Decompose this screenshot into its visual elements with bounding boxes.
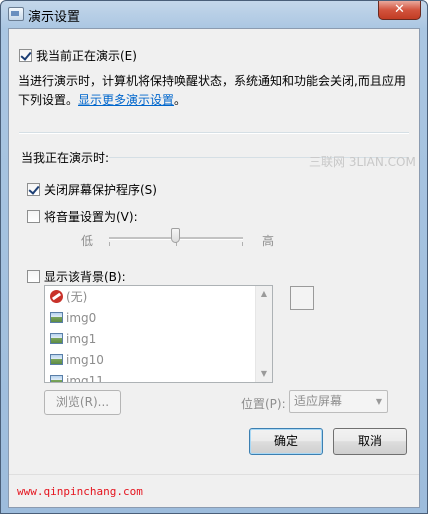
slider-tick — [109, 242, 110, 246]
list-item-label: img1 — [66, 331, 97, 346]
no-entry-icon — [50, 290, 63, 303]
presenting-checkbox[interactable] — [19, 49, 32, 62]
list-item[interactable]: img0 — [45, 307, 257, 328]
scroll-down-arrow-icon[interactable]: ▼ — [256, 366, 272, 382]
image-icon — [50, 312, 63, 323]
footer-divider — [9, 474, 419, 475]
screensaver-checkbox[interactable] — [27, 183, 40, 196]
volume-label: 将音量设置为(V): — [44, 210, 138, 224]
image-icon — [50, 354, 63, 365]
browse-button[interactable]: 浏览(R)... — [44, 390, 121, 415]
window-title: 演示设置 — [28, 10, 81, 25]
background-list: (无) img0 img1 img10 img11 — [45, 286, 257, 383]
volume-checkbox[interactable] — [27, 210, 40, 223]
image-icon — [50, 375, 63, 382]
position-select-value: 适应屏幕 — [294, 394, 343, 408]
dropdown-arrow-icon: ▼ — [375, 397, 382, 406]
list-item-label: img10 — [66, 352, 104, 367]
description-period: 。 — [174, 93, 187, 107]
close-button[interactable]: ✕ — [378, 1, 421, 20]
section-divider — [19, 132, 409, 134]
volume-option[interactable]: 将音量设置为(V): — [27, 208, 138, 225]
screensaver-label: 关闭屏幕保护程序(S) — [44, 183, 157, 197]
background-checkbox[interactable] — [27, 270, 40, 283]
volume-high-label: 高 — [262, 234, 275, 248]
listbox-scrollbar[interactable]: ▲ ▼ — [255, 286, 272, 382]
list-item[interactable]: img10 — [45, 349, 257, 370]
position-label: 位置(P): — [241, 397, 286, 411]
list-item-label: img11 — [66, 373, 104, 383]
description-text: 当进行演示时，计算机将保持唤醒状态，系统通知和功能会关闭,而且应用下列设置。 — [18, 74, 406, 107]
dialog-body: 我当前正在演示(E) 当进行演示时，计算机将保持唤醒状态，系统通知和功能会关闭,… — [8, 28, 420, 508]
volume-low-label: 低 — [81, 234, 94, 248]
list-item-label: (无) — [66, 290, 88, 304]
group-label: 当我正在演示时: — [21, 151, 110, 165]
background-option[interactable]: 显示该背景(B): — [27, 268, 126, 285]
watermark: 三联网 3LIAN.COM — [309, 155, 416, 169]
list-item[interactable]: (无) — [45, 286, 257, 307]
background-listbox[interactable]: (无) img0 img1 img10 img11 ▲ ▼ — [44, 285, 273, 383]
slider-tick — [242, 242, 243, 246]
more-settings-link[interactable]: 显示更多演示设置 — [78, 93, 174, 107]
position-select[interactable]: 适应屏幕 ▼ — [289, 390, 388, 413]
presenting-description: 当进行演示时，计算机将保持唤醒状态，系统通知和功能会关闭,而且应用下列设置。显示… — [18, 72, 408, 110]
list-item[interactable]: img1 — [45, 328, 257, 349]
background-preview — [290, 286, 314, 310]
scroll-up-arrow-icon[interactable]: ▲ — [256, 286, 272, 302]
list-item-label: img0 — [66, 310, 97, 325]
cancel-button[interactable]: 取消 — [333, 428, 407, 455]
presentation-settings-window: 演示设置 ✕ 我当前正在演示(E) 当进行演示时，计算机将保持唤醒状态，系统通知… — [0, 0, 428, 514]
background-label: 显示该背景(B): — [44, 270, 126, 284]
list-item[interactable]: img11 — [45, 370, 257, 383]
ok-button[interactable]: 确定 — [249, 428, 323, 455]
title-bar[interactable]: 演示设置 ✕ — [1, 1, 427, 28]
presentation-window-icon — [8, 7, 24, 21]
screensaver-option[interactable]: 关闭屏幕保护程序(S) — [27, 181, 157, 198]
footer-url-text: www.qinpinchang.com — [17, 485, 143, 498]
presenting-option[interactable]: 我当前正在演示(E) — [19, 47, 137, 64]
volume-slider-thumb[interactable] — [171, 228, 180, 243]
image-icon — [50, 333, 63, 344]
presenting-label: 我当前正在演示(E) — [36, 49, 137, 63]
